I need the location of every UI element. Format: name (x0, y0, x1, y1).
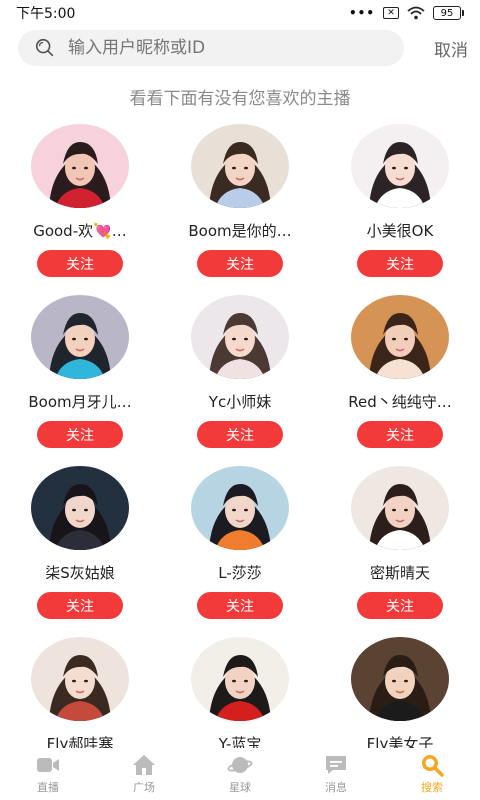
anchor-name: Boom月牙儿… (28, 393, 132, 411)
search-row: 取消 (18, 30, 468, 66)
avatar[interactable] (351, 124, 449, 208)
avatar[interactable] (191, 637, 289, 721)
battery-level: 95 (433, 6, 461, 20)
tab-label: 直播 (37, 781, 59, 794)
avatar[interactable] (31, 295, 129, 379)
follow-button[interactable]: 关注 (37, 250, 123, 277)
status-bar: 下午5:00 ••• ✕ 95 (0, 0, 480, 26)
follow-button[interactable]: 关注 (357, 421, 443, 448)
follow-button[interactable]: 关注 (37, 421, 123, 448)
avatar[interactable] (31, 124, 129, 208)
tab-label: 星球 (229, 781, 251, 794)
bottom-tab-bar: 直播 广场 星球 消息 搜索 (0, 748, 480, 800)
anchor-name: Yc小师妹 (208, 393, 272, 411)
anchor-card[interactable]: Boom月牙儿… 关注 (0, 295, 160, 466)
follow-button[interactable]: 关注 (357, 250, 443, 277)
follow-button[interactable]: 关注 (197, 421, 283, 448)
recommend-subtitle: 看看下面有没有您喜欢的主播 (129, 89, 351, 109)
anchor-card[interactable]: 密斯晴天 关注 (320, 466, 480, 637)
tab-message[interactable]: 消息 (288, 748, 384, 800)
anchor-card[interactable]: Good-欢💘… 关注 (0, 124, 160, 295)
search-icon (422, 755, 444, 777)
avatar[interactable] (191, 295, 289, 379)
follow-button[interactable]: 关注 (37, 592, 123, 619)
anchor-row: Good-欢💘… 关注 Boom是你的… 关注 小美很OK 关注 (0, 124, 480, 295)
message-icon (326, 756, 346, 774)
battery-icon: 95 (433, 6, 464, 20)
cancel-button[interactable]: 取消 (434, 36, 468, 61)
tab-label: 广场 (133, 781, 155, 794)
anchor-card[interactable]: Red丶纯纯守… 关注 (320, 295, 480, 466)
anchor-row: 柒S灰姑娘 关注 L-莎莎 关注 密斯晴天 关注 (0, 466, 480, 637)
anchor-name: L-莎莎 (218, 564, 262, 582)
more-dots-icon: ••• (348, 6, 375, 20)
anchor-name: Boom是你的… (188, 222, 292, 240)
avatar[interactable] (31, 466, 129, 550)
follow-button[interactable]: 关注 (357, 592, 443, 619)
follow-button[interactable]: 关注 (197, 592, 283, 619)
anchor-card[interactable]: Boom是你的… 关注 (160, 124, 320, 295)
tab-square[interactable]: 广场 (96, 748, 192, 800)
home-icon (133, 755, 155, 775)
follow-button[interactable]: 关注 (197, 250, 283, 277)
tab-planet[interactable]: 星球 (192, 748, 288, 800)
avatar[interactable] (351, 637, 449, 721)
search-box[interactable] (18, 30, 404, 66)
anchor-row: Boom月牙儿… 关注 Yc小师妹 关注 Red丶纯纯守… 关注 (0, 295, 480, 466)
anchor-card[interactable]: 小美很OK 关注 (320, 124, 480, 295)
search-icon (35, 38, 54, 57)
anchor-name: 小美很OK (366, 222, 434, 240)
search-input[interactable] (68, 38, 368, 58)
tab-search[interactable]: 搜索 (384, 748, 480, 800)
anchor-name: Good-欢💘… (33, 222, 127, 240)
anchor-name: Red丶纯纯守… (348, 393, 452, 411)
video-icon (37, 758, 59, 772)
planet-icon (227, 757, 253, 773)
tab-live[interactable]: 直播 (0, 748, 96, 800)
avatar[interactable] (31, 637, 129, 721)
anchor-card[interactable]: 柒S灰姑娘关注 (0, 466, 160, 637)
avatar[interactable] (351, 466, 449, 550)
avatar[interactable] (191, 466, 289, 550)
anchor-card[interactable]: Yc小师妹关注 (160, 295, 320, 466)
avatar[interactable] (351, 295, 449, 379)
status-time: 下午5:00 (16, 6, 76, 22)
avatar[interactable] (191, 124, 289, 208)
status-icons: ••• ✕ 95 (349, 6, 464, 20)
tab-label: 消息 (325, 781, 347, 794)
no-sim-icon: ✕ (383, 7, 399, 19)
anchor-name: 密斯晴天 (369, 564, 430, 582)
anchor-card[interactable]: L-莎莎关注 (160, 466, 320, 637)
tab-label: 搜索 (421, 781, 443, 794)
anchor-grid: Good-欢💘… 关注 Boom是你的… 关注 小美很OK 关注 Boom月牙儿… 关注 Yc小… (0, 124, 480, 800)
wifi-icon (407, 6, 425, 20)
anchor-name: 柒S灰姑娘 (45, 564, 115, 582)
